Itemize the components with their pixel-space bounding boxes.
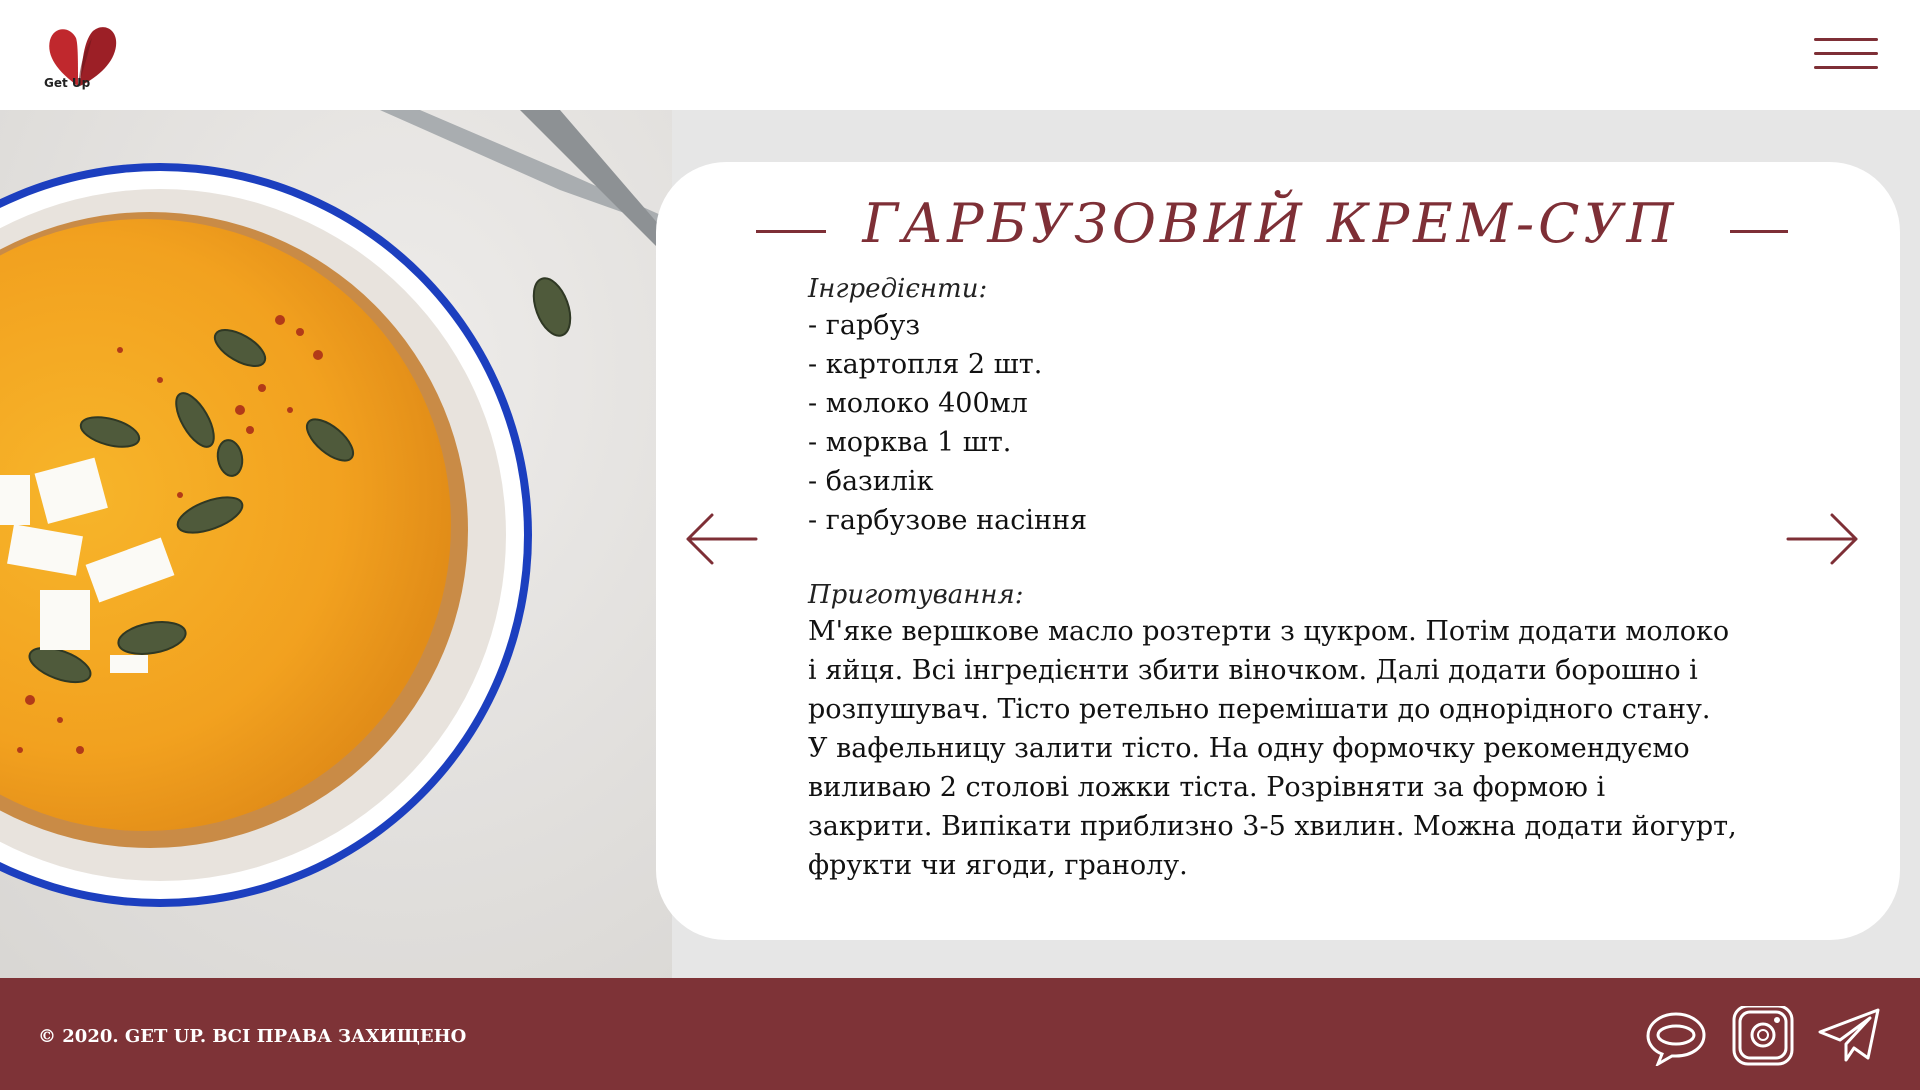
menu-line-icon [1814, 66, 1878, 69]
logo-text: Get Up [44, 76, 91, 90]
menu-line-icon [1814, 38, 1878, 41]
copyright-text: © 2020. GET UP. ВСІ ПРАВА ЗАХИЩЕНО [38, 1026, 467, 1047]
instagram-button[interactable] [1730, 1004, 1794, 1066]
telegram-icon [1818, 1008, 1880, 1062]
recipe-title-wrap: Гарбузовий крем-суп [756, 192, 1796, 262]
site-header: Get Up [0, 0, 1920, 110]
title-decor-line [1730, 230, 1788, 233]
logo[interactable]: Get Up [40, 20, 130, 95]
next-recipe-button[interactable] [1786, 512, 1860, 566]
arrow-right-icon [1786, 513, 1858, 565]
ingredients-label: Інгредієнти: [808, 274, 988, 304]
chat-button[interactable] [1644, 1006, 1708, 1068]
method-paragraph: М'яке вершкове масло розтерти з цукром. … [808, 616, 1730, 725]
site-footer: © 2020. GET UP. ВСІ ПРАВА ЗАХИЩЕНО [0, 978, 1920, 1090]
arrow-left-icon [686, 513, 758, 565]
ingredients-list: - гарбуз - картопля 2 шт. - молоко 400мл… [808, 306, 1738, 540]
ingredient-item: - гарбуз [808, 310, 921, 341]
ingredient-item: - морква 1 шт. [808, 427, 1012, 458]
menu-line-icon [1814, 52, 1878, 55]
recipe-content: Інгредієнти: - гарбуз - картопля 2 шт. -… [808, 272, 1738, 885]
chat-icon [1646, 1012, 1706, 1068]
instagram-icon [1732, 1004, 1794, 1066]
soup-photo [0, 110, 672, 978]
recipe-card: Гарбузовий крем-суп Інгредієнти: - гарбу… [656, 162, 1900, 940]
recipe-title: Гарбузовий крем-суп [862, 192, 1678, 255]
ingredient-item: - гарбузове насіння [808, 505, 1087, 536]
telegram-button[interactable] [1818, 1006, 1882, 1066]
method-text: М'яке вершкове масло розтерти з цукром. … [808, 612, 1738, 885]
method-paragraph: У вафельницу залити тісто. На одну формо… [808, 733, 1737, 881]
ingredient-item: - молоко 400мл [808, 388, 1028, 419]
ingredient-item: - базилік [808, 466, 934, 497]
title-decor-line [756, 230, 826, 233]
hamburger-menu-button[interactable] [1814, 36, 1878, 74]
prev-recipe-button[interactable] [684, 512, 758, 566]
method-label: Приготування: [808, 580, 1024, 610]
ingredient-item: - картопля 2 шт. [808, 349, 1043, 380]
